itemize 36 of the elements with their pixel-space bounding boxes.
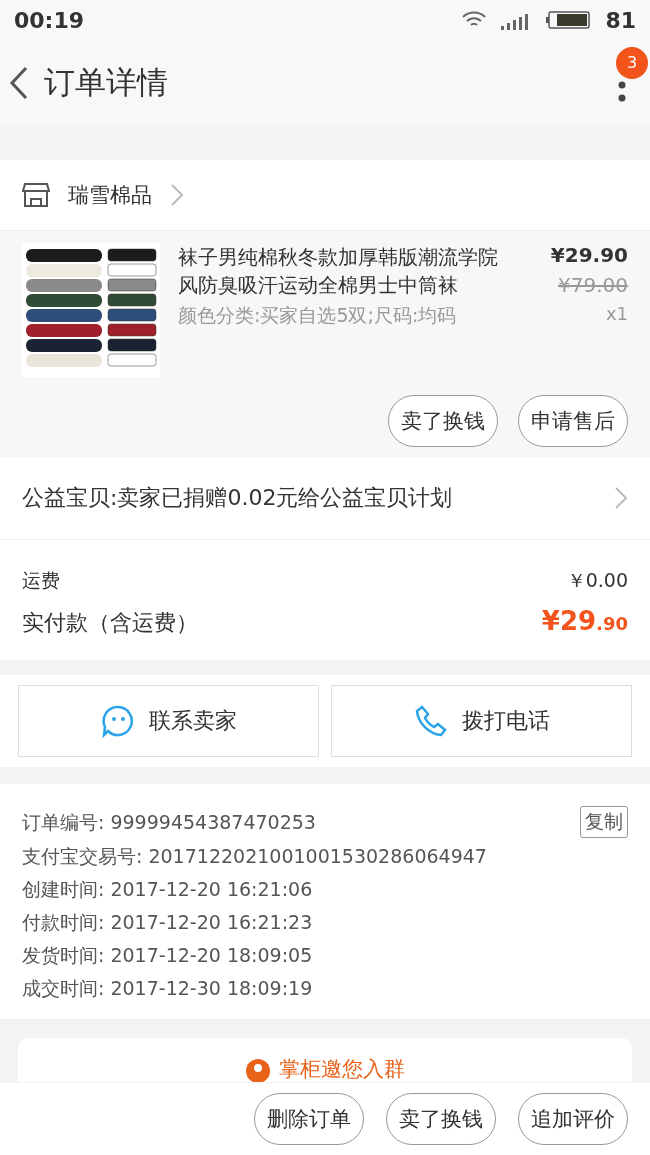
notification-badge: 3 xyxy=(616,46,648,79)
order-action-button[interactable]: 删除订单 xyxy=(254,1093,364,1145)
battery-icon xyxy=(545,10,592,30)
shop-name[interactable]: 瑞雪棉品 xyxy=(68,181,152,209)
fee-value: ¥29.90 xyxy=(541,606,628,636)
order-info-text: 订单编号: 99999454387470253 xyxy=(22,809,316,835)
contact-button[interactable]: 联系卖家 xyxy=(18,685,319,757)
battery-level: 81 xyxy=(605,7,636,33)
copy-button[interactable]: 复制 xyxy=(580,806,628,838)
chat-icon xyxy=(100,704,135,738)
order-info-text: 付款时间: 2017-12-20 16:21:23 xyxy=(22,910,313,935)
fee-label: 实付款（含运费） xyxy=(22,609,198,637)
chevron-right-icon xyxy=(170,183,184,207)
order-action-button[interactable]: 卖了换钱 xyxy=(386,1093,496,1145)
more-icon[interactable] xyxy=(618,80,626,103)
store-icon xyxy=(22,182,50,208)
status-time: 00:19 xyxy=(14,7,85,33)
product-title: 袜子男纯棉秋冬款加厚韩版潮流学院风防臭吸汗运动全棉男士中筒袜 xyxy=(178,244,499,299)
action-button[interactable]: 卖了换钱 xyxy=(388,395,498,447)
order-info-text: 成交时间: 2017-12-30 18:09:19 xyxy=(22,976,313,1001)
order-info-text: 发货时间: 2017-12-20 18:09:05 xyxy=(22,943,313,968)
contact-button[interactable]: 拨打电话 xyxy=(331,685,632,757)
order-info-text: 支付宝交易号: 2017122021001001530286064947 xyxy=(22,844,487,869)
page-title: 订单详情 xyxy=(44,62,168,102)
original-price: ¥79.00 xyxy=(558,273,628,297)
fee-label: 运费 xyxy=(22,568,60,593)
chevron-right-icon xyxy=(614,486,628,510)
order-action-button[interactable]: 追加评价 xyxy=(518,1093,628,1145)
product-sku: 颜色分类:买家自选5双;尺码:均码 xyxy=(178,303,458,328)
order-info-text: 创建时间: 2017-12-20 16:21:06 xyxy=(22,877,313,902)
fee-value: ￥0.00 xyxy=(566,568,628,593)
action-button[interactable]: 申请售后 xyxy=(518,395,628,447)
phone-icon xyxy=(413,704,448,738)
back-icon[interactable] xyxy=(8,64,30,101)
product-price: ¥29.90 xyxy=(550,243,628,267)
product-quantity: x1 xyxy=(605,303,628,324)
